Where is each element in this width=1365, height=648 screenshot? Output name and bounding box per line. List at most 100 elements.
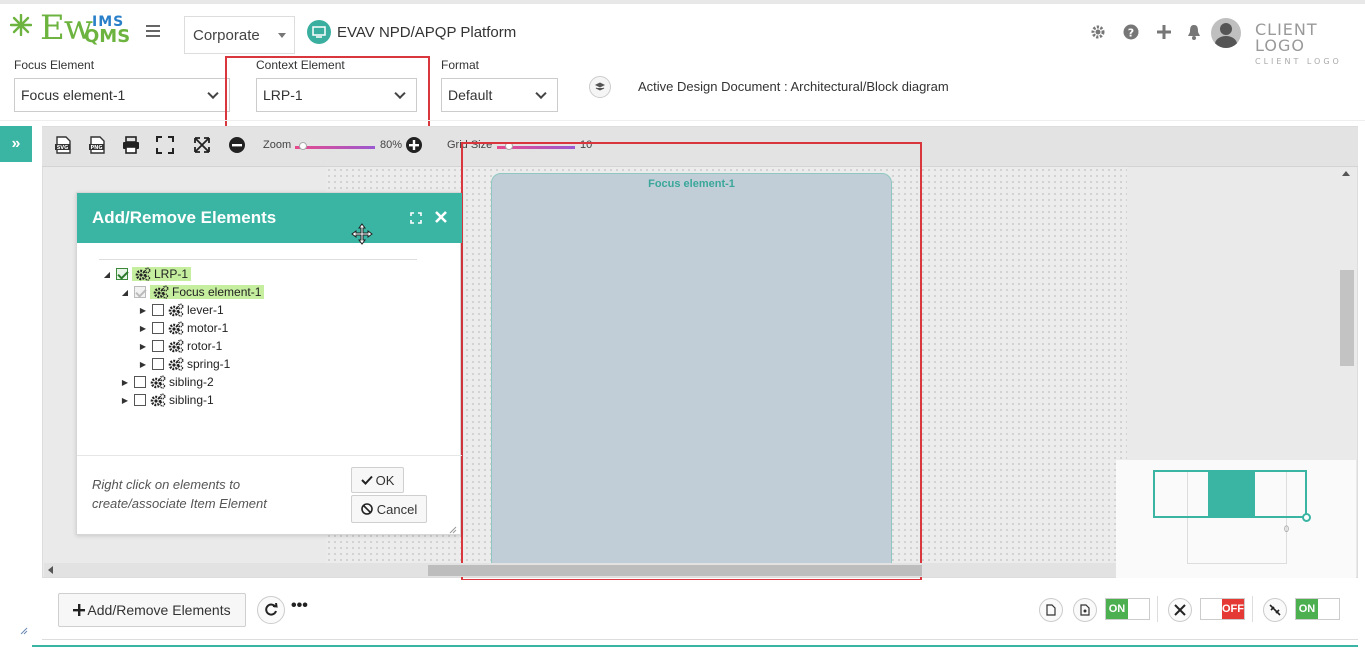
expand-icon[interactable]: ▶	[120, 396, 130, 405]
fit-screen-icon[interactable]	[156, 136, 174, 154]
tree-item-checkbox[interactable]	[152, 358, 164, 370]
tree-item[interactable]: ▶ sibling-1	[120, 391, 214, 409]
dialog-header[interactable]: Add/Remove Elements	[77, 193, 462, 245]
toggle-links[interactable]: ON	[1295, 598, 1340, 620]
expand-icon[interactable]: ▶	[138, 342, 148, 351]
ban-icon	[360, 503, 373, 515]
expand-sidebar-button[interactable]: »	[0, 126, 32, 162]
tree-item[interactable]: ▶ motor-1	[138, 319, 228, 337]
avatar[interactable]	[1211, 18, 1241, 48]
refresh-icon[interactable]	[257, 596, 285, 624]
tree-item-checkbox[interactable]	[152, 322, 164, 334]
collapse-icon[interactable]: ◢	[120, 288, 130, 297]
vertical-scrollbar-thumb[interactable]	[1340, 270, 1354, 366]
focus-element-select[interactable]: Focus element-1	[14, 78, 230, 112]
document-settings-icon[interactable]	[1073, 598, 1097, 622]
tree-item-label: sibling-1	[169, 393, 214, 407]
tree-item-label: motor-1	[187, 321, 229, 335]
menu-icon[interactable]	[146, 22, 160, 40]
tree-item-checkbox[interactable]	[152, 304, 164, 316]
tree-item[interactable]: ◢ LRP-1	[102, 265, 192, 283]
plus-icon[interactable]	[1156, 24, 1172, 45]
chevron-down-icon	[278, 33, 286, 38]
tree-item-checkbox[interactable]	[134, 286, 146, 298]
toggle-document-state: ON	[1106, 599, 1128, 619]
zoom-out-icon[interactable]	[228, 136, 246, 154]
add-remove-elements-button[interactable]: Add/Remove Elements	[58, 593, 246, 627]
tree-item-label: rotor-1	[187, 339, 223, 353]
zoom-value: 80%	[380, 139, 403, 151]
tree-item[interactable]: ▶ lever-1	[138, 301, 224, 319]
expand-arrows-icon[interactable]	[193, 136, 211, 154]
canvas-highlight-box	[461, 142, 922, 581]
cancel-button[interactable]: Cancel	[351, 495, 427, 523]
document-icon[interactable]	[1039, 598, 1063, 622]
tree-item-checkbox[interactable]	[134, 376, 146, 388]
layers-icon[interactable]	[589, 76, 611, 98]
dialog-title: Add/Remove Elements	[92, 208, 277, 227]
collapse-icon[interactable]: ◢	[102, 270, 112, 279]
tree-item-label: Focus element-1	[172, 285, 262, 299]
tree-item-label: spring-1	[187, 357, 231, 371]
help-icon[interactable]: ?	[1123, 24, 1139, 45]
svg-text:SVG: SVG	[57, 145, 69, 151]
client-logo: CLIENT LOGO CLIENT LOGO	[1255, 22, 1365, 70]
tree-item[interactable]: ▶ rotor-1	[138, 337, 222, 355]
unlink-icon[interactable]	[1263, 598, 1287, 622]
expand-icon[interactable]: ▶	[138, 324, 148, 333]
resize-corner-icon[interactable]	[20, 622, 28, 640]
expand-icon[interactable]: ▶	[120, 378, 130, 387]
tree-item-checkbox[interactable]	[152, 340, 164, 352]
chevron-down-icon	[535, 87, 547, 100]
tree-item[interactable]: ◢ Focus element-1	[120, 283, 265, 301]
client-logo-text: CLIENT LOGO	[1255, 20, 1318, 55]
focus-element-value: Focus element-1	[21, 87, 126, 103]
logo-star-icon	[9, 13, 33, 37]
export-svg-icon[interactable]: SVG	[54, 136, 72, 154]
gears-icon	[168, 357, 184, 371]
toggle-links-state: ON	[1296, 599, 1318, 619]
tools-icon[interactable]	[1168, 598, 1192, 622]
minimap[interactable]: 0	[1116, 460, 1356, 578]
check-icon	[360, 475, 373, 485]
bell-icon[interactable]	[1187, 24, 1201, 45]
more-options-icon[interactable]: •••	[291, 597, 308, 615]
zoom-label: Zoom	[263, 139, 292, 151]
move-icon[interactable]	[351, 223, 373, 250]
format-select[interactable]: Default	[441, 78, 558, 112]
export-png-icon[interactable]: PNG	[88, 136, 106, 154]
ok-button[interactable]: OK	[351, 467, 404, 493]
gear-icon[interactable]	[1090, 24, 1106, 45]
close-icon[interactable]	[435, 210, 447, 228]
tree-item-label: lever-1	[187, 303, 224, 317]
horizontal-scrollbar-thumb[interactable]	[428, 565, 922, 576]
minimap-focus-element	[1208, 470, 1255, 518]
scroll-up-icon[interactable]	[1342, 171, 1350, 176]
print-icon[interactable]	[122, 136, 140, 154]
maximize-icon[interactable]	[410, 211, 422, 229]
zoom-in-icon[interactable]	[405, 136, 423, 154]
expand-icon[interactable]: ▶	[138, 306, 148, 315]
tree-item-checkbox[interactable]	[116, 268, 128, 280]
zoom-slider[interactable]	[295, 146, 375, 149]
expand-icon[interactable]: ▶	[138, 360, 148, 369]
tree-item[interactable]: ▶ spring-1	[138, 355, 230, 373]
zoom-slider-handle[interactable]	[299, 142, 307, 150]
dialog-footer-divider	[77, 455, 462, 456]
context-highlight-box	[225, 56, 430, 134]
gears-icon	[168, 321, 184, 335]
minimap-resize-handle[interactable]	[1302, 513, 1311, 522]
organization-select[interactable]: Corporate	[184, 16, 295, 54]
tree-item[interactable]: ▶ sibling-2	[120, 373, 214, 391]
gears-icon	[168, 339, 184, 353]
svg-text:?: ?	[1128, 27, 1134, 40]
format-label: Format	[441, 58, 480, 72]
scroll-left-icon[interactable]	[48, 566, 53, 574]
tree-item-label: LRP-1	[154, 267, 189, 281]
toggle-document[interactable]: ON	[1105, 598, 1150, 620]
tree-item-checkbox[interactable]	[134, 394, 146, 406]
toggle-tools[interactable]: OFF	[1200, 598, 1245, 620]
divider	[0, 120, 1365, 121]
resize-handle-icon[interactable]	[449, 521, 457, 539]
tree-divider	[99, 259, 417, 260]
